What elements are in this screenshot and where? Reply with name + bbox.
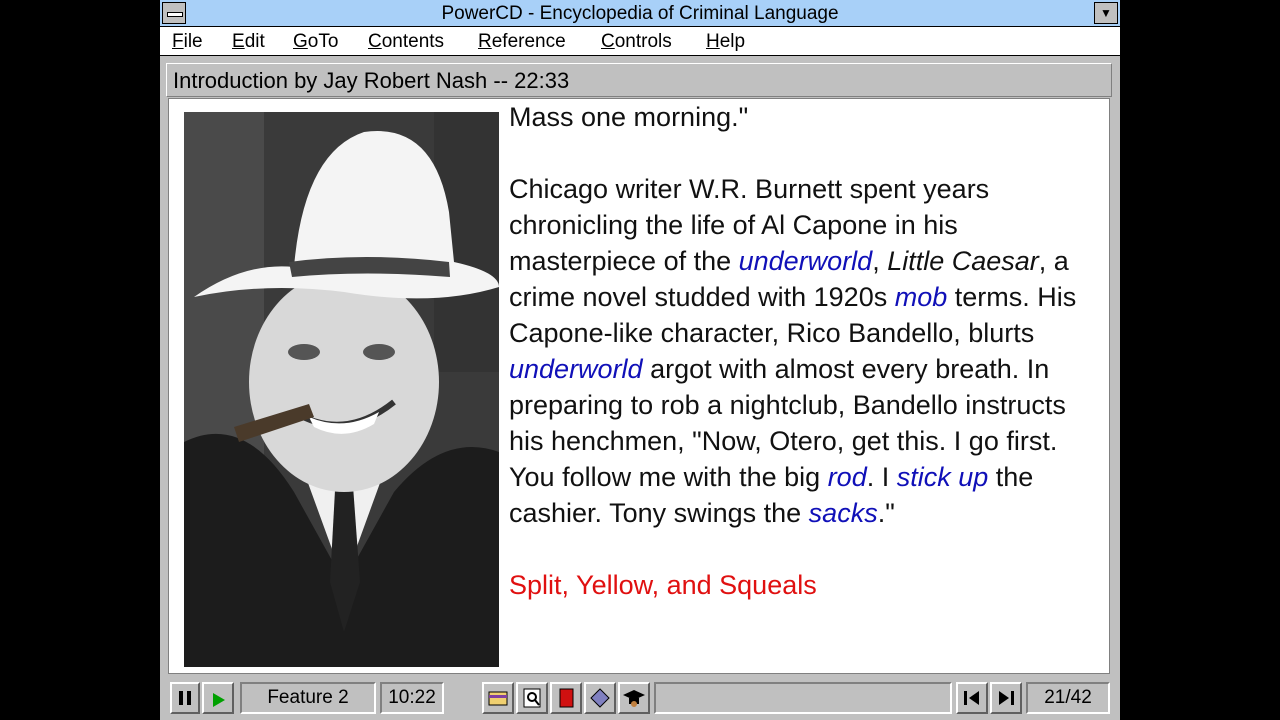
progress-track (654, 682, 952, 714)
feature-indicator: Feature 2 (240, 682, 376, 714)
pause-icon (179, 691, 191, 705)
glossary-link-underworld[interactable]: underworld (509, 354, 643, 384)
menu-contents[interactable]: Contents (368, 31, 444, 53)
diamond-icon (590, 688, 610, 708)
system-menu-button[interactable] (162, 2, 186, 24)
red-book-icon (559, 688, 574, 708)
article-paragraph: Chicago writer W.R. Burnett spent years … (509, 171, 1099, 531)
glossary-link-sacks[interactable]: sacks (809, 498, 878, 528)
play-icon (213, 693, 225, 707)
article-text-span: . I (866, 462, 897, 492)
menu-reference[interactable]: Reference (478, 31, 566, 53)
glossary-link-mob[interactable]: mob (895, 282, 948, 312)
menu-bar: File Edit GoTo Contents Reference Contro… (160, 27, 1120, 56)
portrait-illustration (184, 112, 499, 667)
section-header: Introduction by Jay Robert Nash -- 22:33 (166, 63, 1112, 97)
app-window: PowerCD - Encyclopedia of Criminal Langu… (160, 0, 1120, 720)
bookmark-button[interactable] (550, 682, 582, 714)
play-button[interactable] (202, 682, 234, 714)
notebook-button[interactable] (482, 682, 514, 714)
subheading-link[interactable]: Split, Yellow, and Squeals (509, 567, 1099, 603)
next-icon (999, 691, 1014, 705)
window-title: PowerCD - Encyclopedia of Criminal Langu… (441, 3, 839, 24)
triangle-down-icon: ▼ (1100, 6, 1112, 20)
portrait-photo (184, 112, 499, 667)
system-menu-icon (167, 12, 183, 17)
time-indicator: 10:22 (380, 682, 444, 714)
index-button[interactable] (584, 682, 616, 714)
previous-page-button[interactable] (956, 682, 988, 714)
minimize-button[interactable]: ▼ (1094, 2, 1118, 24)
article-text-span: , (872, 246, 888, 276)
pause-button[interactable] (170, 682, 200, 714)
glossary-link-underworld[interactable]: underworld (739, 246, 873, 276)
title-bar: PowerCD - Encyclopedia of Criminal Langu… (160, 0, 1120, 27)
menu-controls[interactable]: Controls (601, 31, 672, 53)
page-indicator: 21/42 (1026, 682, 1110, 714)
status-bar: Feature 2 10:22 21/42 (160, 676, 1120, 720)
menu-edit[interactable]: Edit (232, 31, 265, 53)
next-page-button[interactable] (990, 682, 1022, 714)
glossary-link-stick-up[interactable]: stick up (897, 462, 989, 492)
section-title: Introduction by Jay Robert Nash -- 22:33 (173, 68, 570, 93)
menu-help[interactable]: Help (706, 31, 745, 53)
glossary-link-rod[interactable]: rod (828, 462, 867, 492)
menu-goto[interactable]: GoTo (293, 31, 338, 53)
search-document-icon (523, 688, 541, 708)
graduate-cap-icon (623, 690, 645, 707)
menu-file[interactable]: File (172, 31, 203, 53)
content-pane: Mass one morning." Chicago writer W.R. B… (168, 98, 1110, 674)
search-button[interactable] (516, 682, 548, 714)
article-text-span: ." (877, 498, 895, 528)
article-line: Mass one morning." (509, 102, 749, 132)
book-title: Little Caesar (887, 246, 1039, 276)
notebook-icon (488, 691, 508, 706)
article-text: Mass one morning." Chicago writer W.R. B… (509, 99, 1099, 603)
previous-icon (964, 691, 979, 705)
tutorial-button[interactable] (618, 682, 650, 714)
